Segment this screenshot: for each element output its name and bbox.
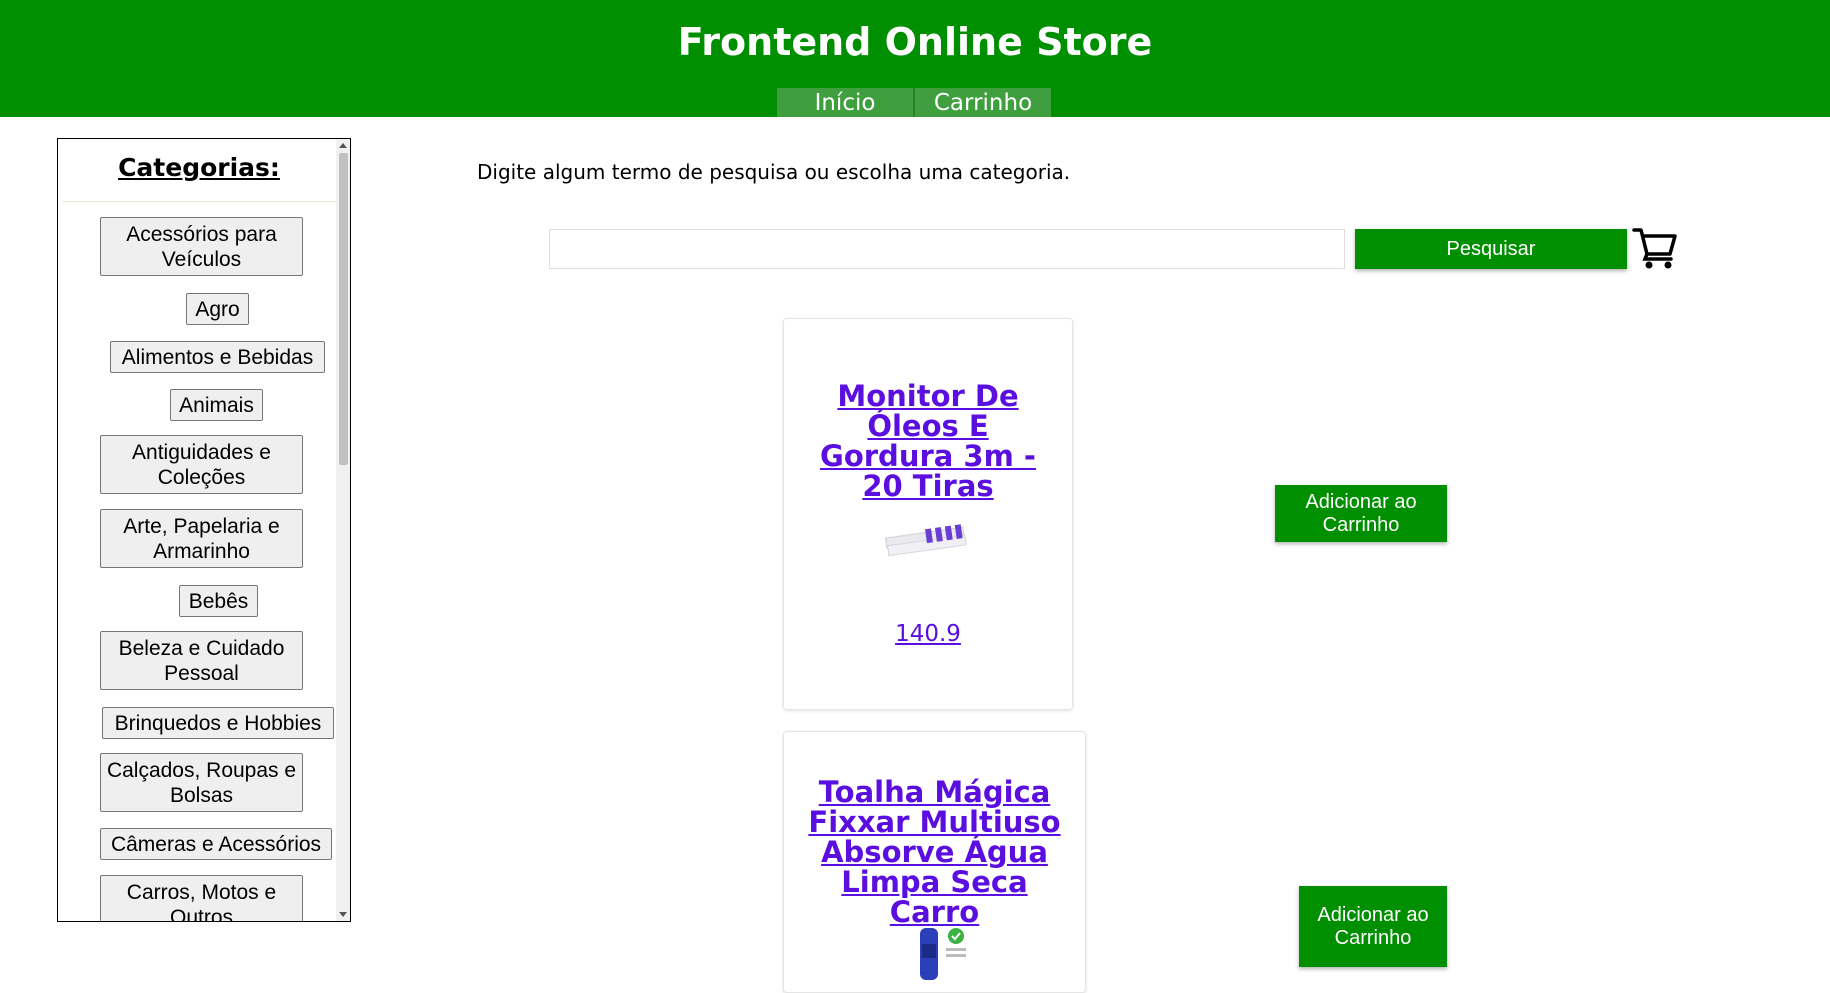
scroll-thumb[interactable] bbox=[339, 153, 348, 465]
category-antiguidades-colecoes-button[interactable]: Antiguidades e Coleções bbox=[100, 435, 303, 494]
product-image bbox=[884, 524, 967, 557]
category-agro-button[interactable]: Agro bbox=[186, 293, 249, 325]
nav-inicio-link[interactable]: Início bbox=[777, 88, 913, 117]
category-animais-button[interactable]: Animais bbox=[170, 389, 263, 421]
search-button[interactable]: Pesquisar bbox=[1355, 229, 1627, 269]
add-to-cart-button[interactable]: Adicionar ao Carrinho bbox=[1299, 886, 1447, 967]
add-to-cart-button[interactable]: Adicionar ao Carrinho bbox=[1275, 485, 1447, 542]
product-card: Monitor De Óleos E Gordura 3m - 20 Tiras… bbox=[783, 318, 1073, 710]
category-beleza-cuidado-button[interactable]: Beleza e Cuidado Pessoal bbox=[100, 631, 303, 690]
shopping-cart-icon[interactable] bbox=[1632, 224, 1678, 270]
page-title: Frontend Online Store bbox=[677, 20, 1153, 64]
categories-title: Categorias: bbox=[118, 153, 280, 182]
search-hint: Digite algum termo de pesquisa ou escolh… bbox=[477, 160, 1071, 184]
sidebar-scrollbar[interactable] bbox=[336, 139, 350, 921]
nav-carrinho-link[interactable]: Carrinho bbox=[913, 88, 1051, 117]
product-title-link[interactable]: Toalha Mágica Fixxar Multiuso Absorve Ág… bbox=[784, 777, 1085, 927]
scroll-down-arrow-icon[interactable] bbox=[339, 912, 347, 917]
category-cameras-acessorios-button[interactable]: Câmeras e Acessórios bbox=[100, 828, 332, 860]
category-bebes-button[interactable]: Bebês bbox=[179, 585, 258, 617]
scroll-up-arrow-icon[interactable] bbox=[339, 143, 347, 148]
product-image bbox=[920, 928, 966, 980]
category-calcados-roupas-button[interactable]: Calçados, Roupas e Bolsas bbox=[100, 753, 303, 812]
category-brinquedos-hobbies-button[interactable]: Brinquedos e Hobbies bbox=[102, 707, 334, 739]
divider bbox=[62, 201, 338, 202]
nav-bar: Início Carrinho bbox=[777, 88, 1051, 117]
product-card: Toalha Mágica Fixxar Multiuso Absorve Ág… bbox=[783, 731, 1086, 993]
product-title-link[interactable]: Monitor De Óleos E Gordura 3m - 20 Tiras bbox=[784, 381, 1072, 501]
header: Frontend Online Store Início Carrinho bbox=[0, 0, 1830, 117]
category-arte-papelaria-button[interactable]: Arte, Papelaria e Armarinho bbox=[100, 509, 303, 568]
categories-sidebar[interactable]: Categorias: Acessórios para Veículos Agr… bbox=[57, 138, 351, 922]
category-alimentos-bebidas-button[interactable]: Alimentos e Bebidas bbox=[110, 341, 325, 373]
category-acessorios-veiculos-button[interactable]: Acessórios para Veículos bbox=[100, 217, 303, 276]
search-input[interactable] bbox=[549, 229, 1345, 269]
product-price-link[interactable]: 140.9 bbox=[784, 621, 1072, 647]
category-carros-motos-button[interactable]: Carros, Motos e Outros bbox=[100, 875, 303, 921]
